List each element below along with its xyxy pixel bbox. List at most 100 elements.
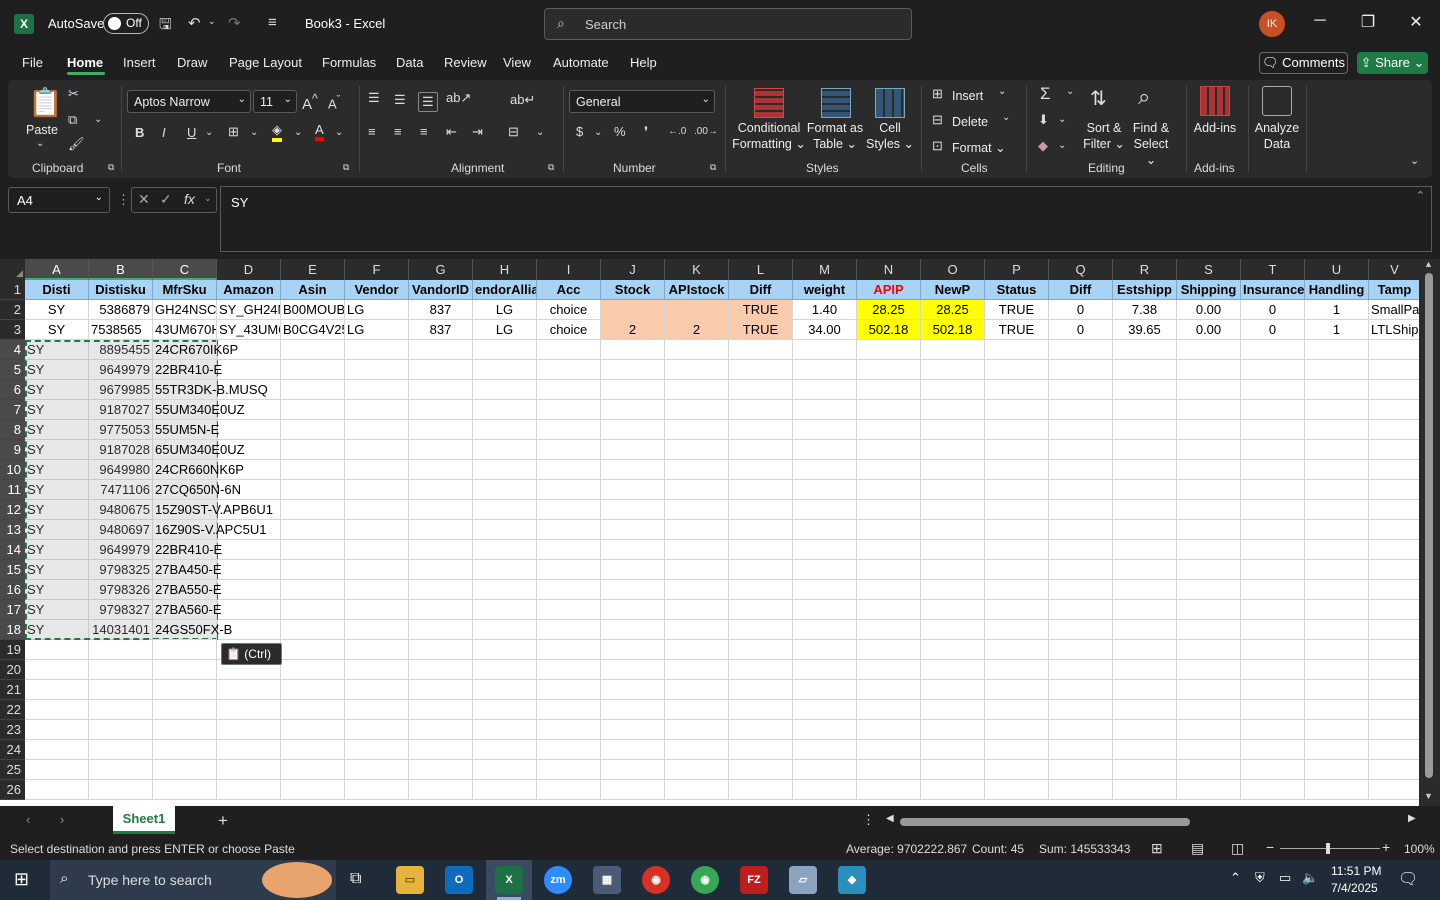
empty-cell[interactable] — [409, 700, 473, 720]
row-header-2[interactable]: 2 — [0, 300, 25, 320]
empty-cell[interactable] — [217, 580, 281, 600]
taskbar-search[interactable]: ⌕ Type here to search — [50, 860, 336, 900]
empty-cell[interactable] — [409, 440, 473, 460]
empty-cell[interactable] — [473, 700, 537, 720]
cell-c11[interactable]: 27CQ650N-6N — [153, 480, 241, 500]
empty-cell[interactable] — [729, 700, 793, 720]
empty-cell[interactable] — [601, 600, 665, 620]
cell-c10[interactable]: 24CR660NK6P — [153, 460, 244, 480]
redo-icon[interactable]: ↷ — [228, 14, 241, 32]
empty-cell[interactable] — [1305, 520, 1369, 540]
empty-cell[interactable] — [921, 700, 985, 720]
empty-cell[interactable] — [857, 760, 921, 780]
cell-b17[interactable]: 9798327 — [89, 600, 153, 620]
column-header-o[interactable]: O — [921, 259, 985, 280]
empty-cell[interactable] — [89, 720, 153, 740]
empty-cell[interactable] — [1369, 340, 1421, 360]
empty-cell[interactable] — [729, 540, 793, 560]
empty-cell[interactable] — [345, 520, 409, 540]
empty-cell[interactable] — [153, 720, 217, 740]
empty-cell[interactable] — [1049, 380, 1113, 400]
format-as-table-button[interactable]: Format as Table ⌄ — [806, 120, 864, 152]
empty-cell[interactable] — [1049, 640, 1113, 660]
empty-cell[interactable] — [665, 420, 729, 440]
empty-cell[interactable] — [409, 560, 473, 580]
cell-u1[interactable]: Handling — [1305, 280, 1369, 300]
cell-b16[interactable]: 9798326 — [89, 580, 153, 600]
empty-cell[interactable] — [729, 420, 793, 440]
empty-cell[interactable] — [985, 760, 1049, 780]
cell-d2[interactable]: SY_GH24N — [217, 300, 281, 320]
tab-insert[interactable]: Insert — [123, 55, 156, 70]
empty-cell[interactable] — [1113, 720, 1177, 740]
empty-cell[interactable] — [1241, 560, 1305, 580]
calculator-icon[interactable]: ▦ — [593, 866, 621, 894]
empty-cell[interactable] — [281, 660, 345, 680]
search-box[interactable]: ⌕ Search — [544, 8, 912, 40]
empty-cell[interactable] — [793, 380, 857, 400]
empty-cell[interactable] — [1177, 660, 1241, 680]
empty-cell[interactable] — [1241, 480, 1305, 500]
empty-cell[interactable] — [473, 400, 537, 420]
empty-cell[interactable] — [729, 720, 793, 740]
empty-cell[interactable] — [25, 640, 89, 660]
align-center-icon[interactable]: ≡ — [394, 124, 402, 139]
empty-cell[interactable] — [793, 660, 857, 680]
cut-icon[interactable]: ✂ — [68, 86, 79, 102]
empty-cell[interactable] — [537, 500, 601, 520]
undo-icon[interactable]: ↶ — [188, 14, 201, 32]
row-header-19[interactable]: 19 — [0, 640, 25, 660]
empty-cell[interactable] — [793, 500, 857, 520]
cell-i2[interactable]: choice — [537, 300, 601, 320]
row-header-3[interactable]: 3 — [0, 320, 25, 340]
insert-cells-button[interactable]: Insert — [952, 88, 983, 104]
cell-k2[interactable] — [665, 300, 729, 320]
fill-color-dropdown-icon[interactable]: ⌄ — [294, 127, 302, 138]
empty-cell[interactable] — [281, 580, 345, 600]
empty-cell[interactable] — [345, 600, 409, 620]
empty-cell[interactable] — [89, 640, 153, 660]
cell-a14[interactable]: SY — [25, 540, 89, 560]
empty-cell[interactable] — [665, 520, 729, 540]
cell-a10[interactable]: SY — [25, 460, 89, 480]
empty-cell[interactable] — [1177, 540, 1241, 560]
cell-b9[interactable]: 9187028 — [89, 440, 153, 460]
empty-cell[interactable] — [537, 460, 601, 480]
empty-cell[interactable] — [345, 400, 409, 420]
empty-cell[interactable] — [1113, 620, 1177, 640]
empty-cell[interactable] — [793, 400, 857, 420]
align-top-icon[interactable]: ☰ — [368, 90, 380, 106]
cell-b2[interactable]: 5386879 — [89, 300, 153, 320]
empty-cell[interactable] — [1241, 660, 1305, 680]
empty-cell[interactable] — [537, 700, 601, 720]
cell-i1[interactable]: Acc — [537, 280, 601, 300]
empty-cell[interactable] — [25, 700, 89, 720]
empty-cell[interactable] — [473, 380, 537, 400]
zoom-slider[interactable] — [1280, 848, 1380, 849]
empty-cell[interactable] — [729, 640, 793, 660]
empty-cell[interactable] — [1305, 480, 1369, 500]
empty-cell[interactable] — [473, 620, 537, 640]
empty-cell[interactable] — [921, 560, 985, 580]
empty-cell[interactable] — [793, 520, 857, 540]
empty-cell[interactable] — [857, 380, 921, 400]
empty-cell[interactable] — [537, 420, 601, 440]
empty-cell[interactable] — [601, 460, 665, 480]
empty-cell[interactable] — [793, 480, 857, 500]
outlook-icon[interactable]: O — [445, 866, 473, 894]
empty-cell[interactable] — [217, 780, 281, 800]
empty-cell[interactable] — [345, 380, 409, 400]
empty-cell[interactable] — [1113, 560, 1177, 580]
tab-draw[interactable]: Draw — [177, 55, 207, 70]
empty-cell[interactable] — [537, 660, 601, 680]
empty-cell[interactable] — [793, 440, 857, 460]
column-header-j[interactable]: J — [601, 259, 665, 280]
cell-c16[interactable]: 27BA550-E — [153, 580, 222, 600]
vertical-scroll-thumb[interactable] — [1425, 273, 1433, 778]
empty-cell[interactable] — [281, 720, 345, 740]
empty-cell[interactable] — [729, 660, 793, 680]
empty-cell[interactable] — [793, 340, 857, 360]
find-select-icon[interactable]: ⌕ — [1138, 84, 1150, 110]
empty-cell[interactable] — [729, 460, 793, 480]
empty-cell[interactable] — [1049, 720, 1113, 740]
